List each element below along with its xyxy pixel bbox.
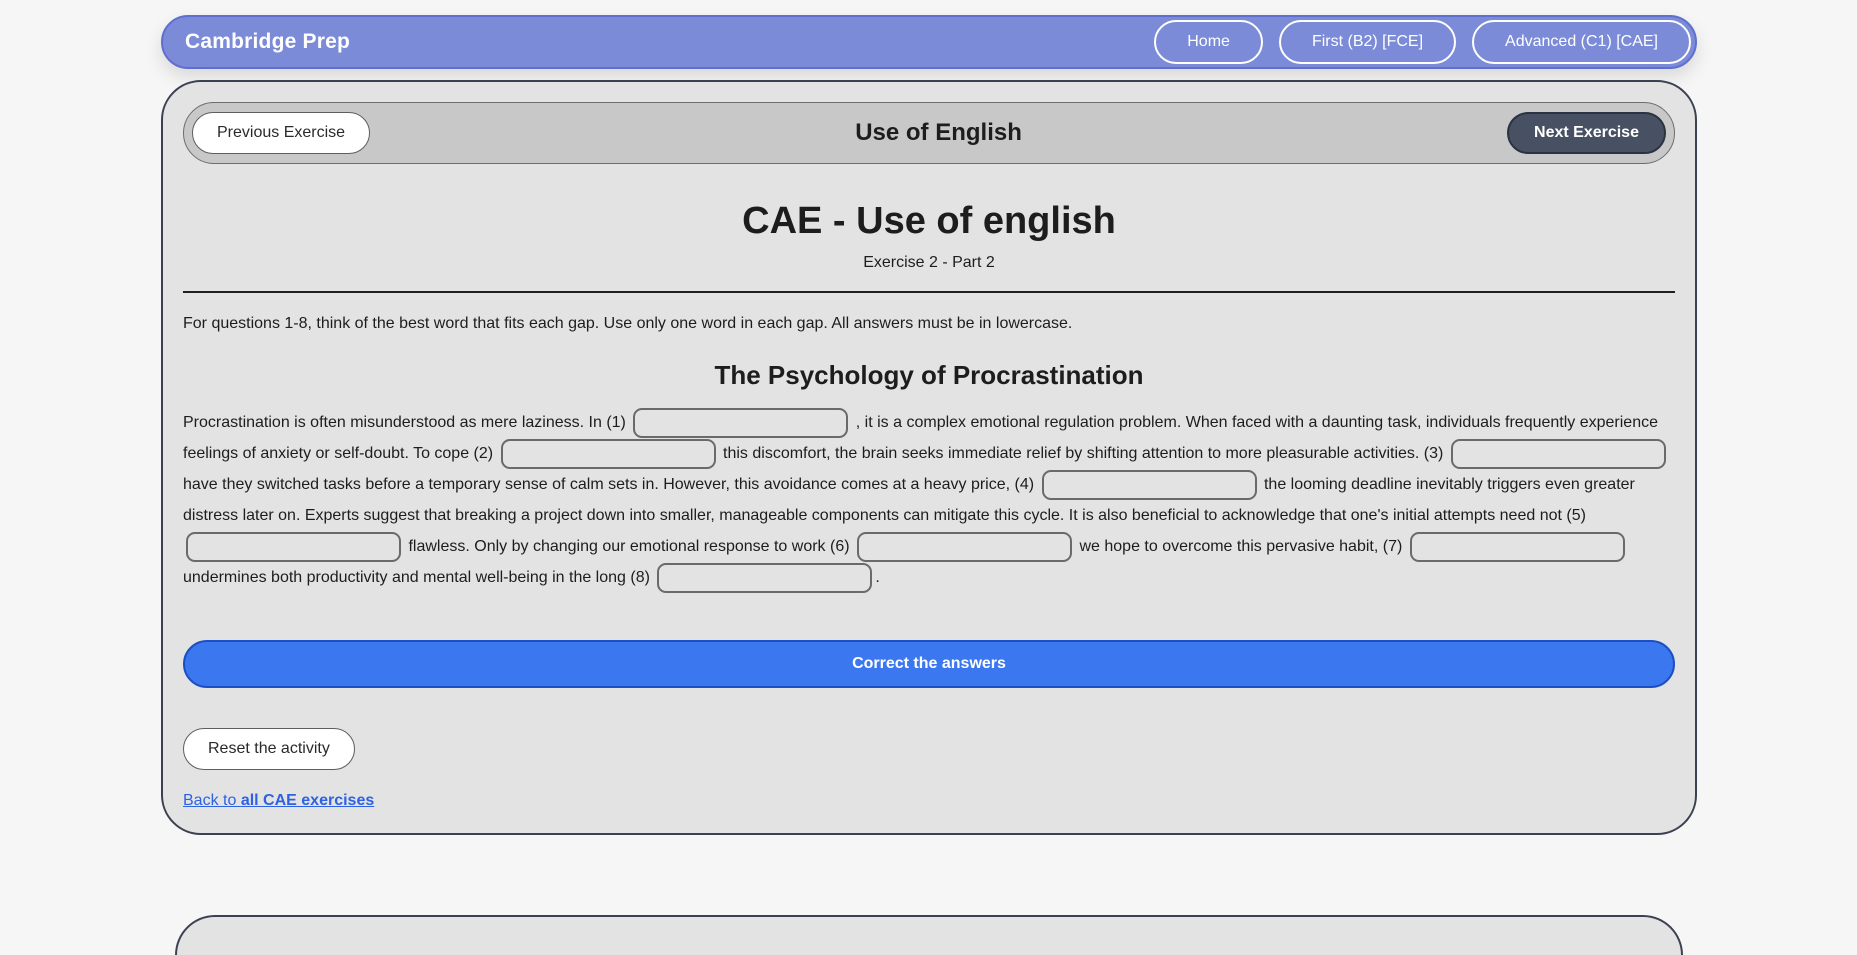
nav-link-first-fce[interactable]: First (B2) [FCE]: [1278, 20, 1457, 64]
passage-segment: undermines both productivity and mental …: [183, 569, 650, 586]
next-exercise-button[interactable]: Next Exercise: [1507, 112, 1666, 154]
passage-segment: Procrastination is often misunderstood a…: [183, 414, 626, 431]
page-title: CAE - Use of english: [742, 200, 1116, 242]
page-subtitle: Exercise 2 - Part 2: [863, 254, 995, 271]
gap-input-8[interactable]: [657, 562, 873, 593]
nav-links: Home First (B2) [FCE] Advanced (C1) [CAE…: [1154, 20, 1691, 64]
next-card-partial: [175, 915, 1683, 955]
gap-input-5[interactable]: [186, 531, 401, 562]
gap-input-6[interactable]: [857, 531, 1073, 562]
back-link-bold: all CAE exercises: [240, 792, 375, 809]
section-title: Use of English: [855, 119, 1022, 146]
passage-segment: flawless. Only by changing our emotional…: [408, 538, 850, 555]
gap-input-2[interactable]: [500, 438, 716, 469]
passage-segment: have they switched tasks before a tempor…: [183, 476, 1035, 493]
divider: [183, 291, 1675, 293]
back-link-prefix: Back to: [183, 792, 241, 809]
exercise-navigation-bar: Previous Exercise Use of English Next Ex…: [183, 102, 1675, 164]
passage-segment: we hope to overcome this pervasive habit…: [1079, 538, 1403, 555]
gap-input-1[interactable]: [633, 407, 849, 438]
reset-activity-button[interactable]: Reset the activity: [183, 728, 355, 770]
correct-answers-button[interactable]: Correct the answers: [183, 640, 1675, 688]
exercise-card: Previous Exercise Use of English Next Ex…: [161, 80, 1697, 835]
text-title: The Psychology of Procrastination: [714, 360, 1144, 390]
back-to-exercises-link[interactable]: Back to all CAE exercises: [183, 792, 374, 810]
brand-logo-text[interactable]: Cambridge Prep: [185, 30, 350, 54]
previous-exercise-button[interactable]: Previous Exercise: [192, 112, 371, 154]
gap-input-7[interactable]: [1409, 531, 1625, 562]
gap-input-3[interactable]: [1450, 438, 1666, 469]
passage-segment: .: [875, 569, 880, 586]
top-navbar: Cambridge Prep Home First (B2) [FCE] Adv…: [161, 15, 1697, 69]
gap-input-4[interactable]: [1041, 469, 1257, 500]
instructions: For questions 1-8, think of the best wor…: [183, 315, 1073, 332]
nav-link-advanced-cae[interactable]: Advanced (C1) [CAE]: [1472, 20, 1691, 64]
passage-segment: this discomfort, the brain seeks immedia…: [723, 445, 1444, 462]
nav-link-home[interactable]: Home: [1154, 20, 1263, 64]
passage: Procrastination is often misunderstood a…: [183, 407, 1675, 593]
